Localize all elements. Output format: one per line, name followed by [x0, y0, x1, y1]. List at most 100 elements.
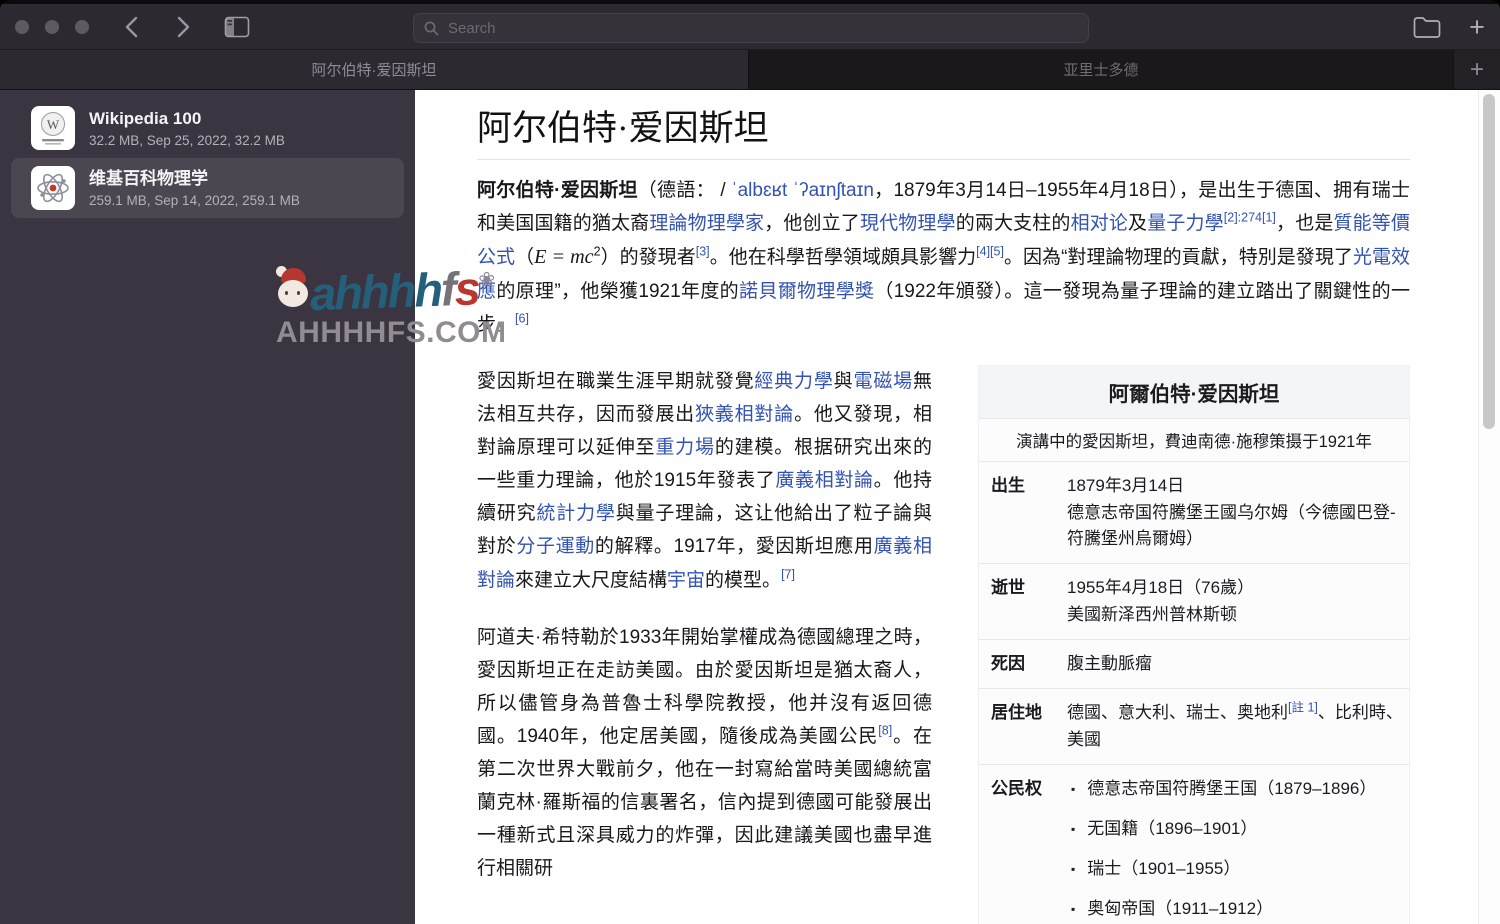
article-left-column: 愛因斯坦在職業生涯早期就發覺經典力學與電磁場無法相互共存，因而發展出狹義相對論。…: [477, 365, 932, 909]
article-columns: 愛因斯坦在職業生涯早期就發覺經典力學與電磁場無法相互共存，因而發展出狹義相對論。…: [477, 365, 1410, 924]
wiki-link[interactable]: 現代物理學: [860, 213, 956, 234]
article-view: 阿尔伯特·爱因斯坦 阿尔伯特·爱因斯坦（德語： / ˈalbɛʁt ˈʔaɪnʃ…: [415, 90, 1500, 924]
citizenship-item: 奥匈帝国（1911–1912）: [1071, 898, 1403, 921]
wiki-link[interactable]: 重力場: [655, 437, 714, 458]
zoom-button[interactable]: [75, 20, 89, 34]
wiki-link[interactable]: 廣義相對論: [775, 470, 873, 491]
wiki-link[interactable]: 分子運動: [516, 536, 595, 557]
infobox-row: 居住地德國、意大利、瑞士、奥地利[註 1]、比利時、美國: [979, 689, 1409, 765]
tab-label: 阿尔伯特·爱因斯坦: [312, 59, 437, 80]
close-button[interactable]: [15, 20, 29, 34]
library-item-meta: 259.1 MB, Sep 14, 2022, 259.1 MB: [89, 193, 300, 208]
infobox-value: 德意志帝国符腾堡王国（1879–1896） 无国籍（1896–1901） 瑞士（19…: [1061, 765, 1409, 924]
wiki-link[interactable]: [註 1]: [1288, 701, 1318, 715]
article-title: 阿尔伯特·爱因斯坦: [477, 100, 1410, 160]
text-segment: 。因為“對理論物理的貢獻，特別是發現了: [1004, 247, 1353, 268]
citizenship-item: 无国籍（1896–1901）: [1071, 818, 1403, 841]
wiki-link[interactable]: 量子力學: [1147, 213, 1224, 234]
wiki-link[interactable]: [7]: [781, 567, 795, 581]
infobox-row: 逝世 1955年4月18日（76歲） 美國新泽西州普林斯顿: [979, 564, 1409, 640]
text-segment: 1955年4月18日（76歲）: [1067, 578, 1254, 597]
text-segment: 的解釋。1917年，愛因斯坦應用: [595, 536, 874, 557]
tab-aristotle[interactable]: 亚里士多德: [748, 50, 1453, 89]
text-segment: 的模型。: [705, 570, 781, 591]
sidebar-toggle-icon: [224, 16, 250, 38]
wiki-link[interactable]: 相对论: [1071, 213, 1128, 234]
svg-text:W: W: [47, 117, 60, 132]
text-segment: 腹主動脈瘤: [1067, 654, 1152, 673]
text-segment: ，他创立了: [764, 213, 860, 234]
minimize-button[interactable]: [45, 20, 59, 34]
tab-einstein[interactable]: 阿尔伯特·爱因斯坦: [0, 50, 748, 89]
wiki-link[interactable]: [3]: [696, 245, 710, 259]
search-field[interactable]: [413, 13, 1089, 43]
text-segment: 及: [1128, 213, 1147, 234]
infobox-value: 1955年4月18日（76歲） 美國新泽西州普林斯顿: [1061, 564, 1409, 639]
wiki-link[interactable]: 宇宙: [667, 570, 705, 591]
infobox-label: 公民权: [979, 765, 1061, 924]
infobox-value: 1879年3月14日德意志帝国符騰堡王國乌尔姆（今德國巴登-符騰堡州烏爾姆）: [1061, 462, 1409, 563]
wiki-link[interactable]: [4][5]: [976, 245, 1004, 259]
wiki-link[interactable]: [6]: [515, 312, 529, 326]
infobox-caption: 演講中的愛因斯坦，費迪南德·施穆策摄于1921年: [979, 419, 1409, 462]
scrollbar-thumb[interactable]: [1483, 94, 1495, 429]
citizenship-item: 瑞士（1901–1955）: [1071, 858, 1403, 881]
wiki-link[interactable]: 狹義相對論: [695, 404, 794, 425]
text-segment: 。他在科學哲學領域頗具影響力: [710, 247, 976, 268]
infobox-label: 死因: [979, 640, 1061, 688]
new-tab-button[interactable]: +: [1453, 50, 1500, 89]
intro-paragraph: 阿尔伯特·爱因斯坦（德語： / ˈalbɛʁt ˈʔaɪnʃtaɪn，1879年…: [477, 174, 1410, 341]
wiki-link[interactable]: [2]:274[1]: [1224, 211, 1276, 225]
forward-button[interactable]: [170, 14, 196, 40]
main-area: W Wikipedia 100 32.2 MB, Sep 25, 2022, 3…: [0, 90, 1500, 924]
infobox-row: 公民权德意志帝国符腾堡王国（1879–1896） 无国籍（1896–1901） 瑞士…: [979, 765, 1409, 924]
wiki-link[interactable]: [8]: [878, 723, 892, 737]
infobox-value: 德國、意大利、瑞士、奥地利[註 1]、比利時、美國: [1061, 689, 1409, 764]
text-segment: 阿尔伯特·爱因斯坦: [477, 180, 638, 201]
wikipedia-icon: W: [31, 106, 75, 150]
wiki-link[interactable]: 電磁場: [854, 371, 913, 392]
titlebar: +: [0, 4, 1500, 50]
tab-label: 亚里士多德: [1063, 59, 1138, 80]
wiki-link[interactable]: 理論物理學家: [649, 213, 764, 234]
text-segment: ）的發現者: [601, 247, 696, 268]
wiki-link[interactable]: 諾貝爾物理學獎: [739, 281, 874, 302]
infobox-body: 出生1879年3月14日德意志帝国符騰堡王國乌尔姆（今德國巴登-符騰堡州烏爾姆）…: [979, 462, 1409, 924]
library-item-meta: 32.2 MB, Sep 25, 2022, 32.2 MB: [89, 133, 285, 148]
text-segment: （德語： /: [638, 180, 731, 201]
infobox-value: 腹主動脈瘤: [1061, 640, 1409, 688]
library-item-title: Wikipedia 100: [89, 108, 285, 129]
body-paragraph: 愛因斯坦在職業生涯早期就發覺經典力學與電磁場無法相互共存，因而發展出狹義相對論。…: [477, 365, 932, 596]
add-zim-button[interactable]: +: [1460, 10, 1494, 44]
text-segment: （: [515, 247, 534, 268]
search-icon: [424, 21, 439, 36]
sidebar-item-physics[interactable]: 维基百科物理学 259.1 MB, Sep 14, 2022, 259.1 MB: [11, 158, 404, 218]
search-input[interactable]: [446, 19, 1078, 38]
infobox: 阿爾伯特·爱因斯坦 演講中的愛因斯坦，費迪南德·施穆策摄于1921年 出生187…: [978, 365, 1410, 924]
open-library-button[interactable]: [1412, 15, 1446, 41]
infobox-title: 阿爾伯特·爱因斯坦: [979, 366, 1409, 419]
infobox-label: 逝世: [979, 564, 1061, 639]
back-button[interactable]: [118, 14, 144, 40]
text-segment: 美國新泽西州普林斯顿: [1067, 605, 1237, 624]
text-segment: 的兩大支柱的: [956, 213, 1071, 234]
plus-icon: +: [1469, 12, 1485, 43]
body-paragraph: 阿道夫·希特勒於1933年開始掌權成為德國總理之時，愛因斯坦正在走訪美國。由於愛…: [477, 621, 932, 885]
app-window: + 阿尔伯特·爱因斯坦 亚里士多德 + W: [0, 0, 1500, 924]
wiki-link[interactable]: 經典力學: [754, 371, 833, 392]
text-segment: 1879年3月14日: [1067, 476, 1184, 495]
text-segment: E = mc: [534, 246, 593, 268]
text-segment: 2: [594, 245, 601, 259]
wiki-link[interactable]: 統計力學: [536, 503, 615, 524]
atom-icon: [31, 166, 75, 210]
sidebar-item-wikipedia-100[interactable]: W Wikipedia 100 32.2 MB, Sep 25, 2022, 3…: [11, 98, 404, 158]
infobox-row: 死因腹主動脈瘤: [979, 640, 1409, 689]
citizenship-item: 德意志帝国符腾堡王国（1879–1896）: [1071, 778, 1403, 801]
wiki-link[interactable]: ˈalbɛʁt ˈʔaɪnʃtaɪn: [731, 180, 874, 201]
sidebar-toggle-button[interactable]: [224, 16, 250, 38]
tab-bar: 阿尔伯特·爱因斯坦 亚里士多德 +: [0, 50, 1500, 90]
text-segment: 。在第二次世界大戰前夕，他在一封寫給當時美國總統富蘭克林·羅斯福的信裏署名，信內…: [477, 726, 932, 879]
text-segment: 愛因斯坦在職業生涯早期就發覺: [477, 371, 754, 392]
text-segment: 來建立大尺度結構: [515, 570, 667, 591]
chevron-right-icon: [177, 16, 190, 38]
